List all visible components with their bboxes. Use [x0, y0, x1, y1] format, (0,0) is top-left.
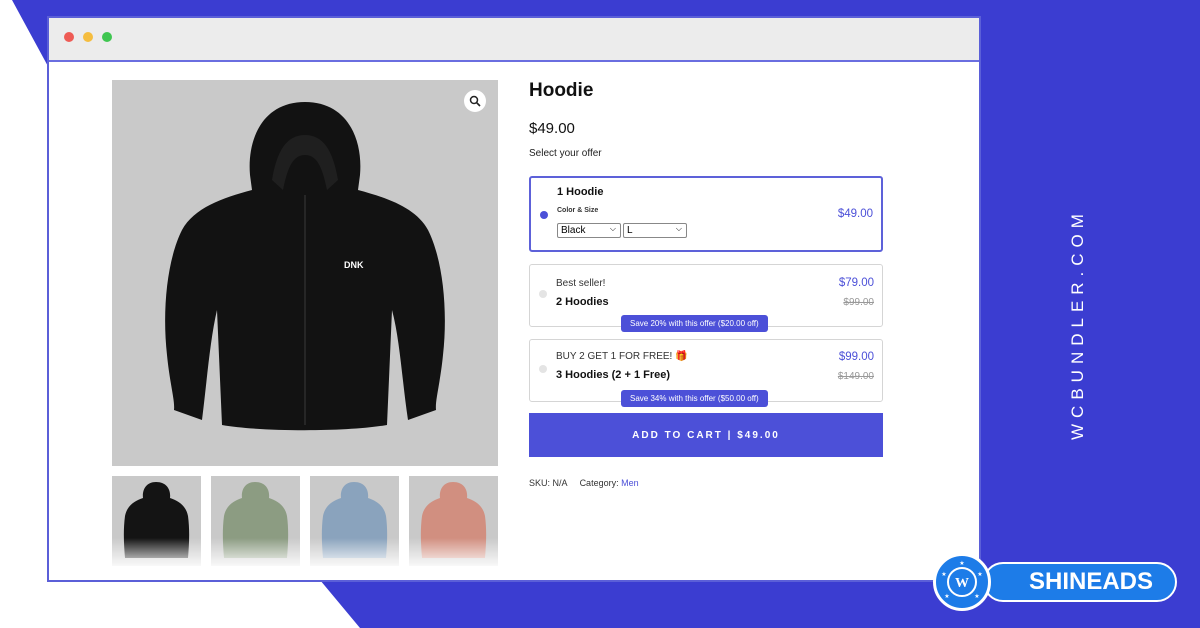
browser-titlebar [49, 18, 979, 62]
add-to-cart-button[interactable]: ADD TO CART | $49.00 [529, 413, 883, 457]
svg-text:★: ★ [944, 593, 949, 600]
logo-emblem: W ★ ★ ★ ★ ★ [933, 553, 991, 611]
hoodie-image: DNK [165, 102, 445, 431]
offer-2-subtitle: Best seller! [556, 278, 606, 289]
offer-2-title: 2 Hoodies [556, 296, 609, 308]
offer-1[interactable]: 1 Hoodie Color & Size Black ⌵ L ⌵ $49.00 [529, 176, 883, 252]
svg-text:★: ★ [959, 560, 964, 567]
product-meta: SKU: N/A Category: Men [529, 478, 639, 488]
minimize-dot[interactable] [83, 32, 93, 42]
chevron-down-icon: ⌵ [609, 224, 616, 233]
offer-3-subtitle: BUY 2 GET 1 FOR FREE! 🎁 [556, 351, 688, 362]
offer-1-title: 1 Hoodie [557, 186, 604, 198]
color-select-value: Black [561, 225, 586, 236]
offer-2-save-badge: Save 20% with this offer ($20.00 off) [621, 315, 768, 332]
offer-1-radio[interactable] [540, 211, 548, 219]
offer-2-radio[interactable] [539, 290, 547, 298]
svg-text:★: ★ [941, 571, 946, 578]
offer-3-old-price: $149.00 [837, 371, 874, 382]
color-select[interactable]: Black ⌵ [557, 223, 621, 238]
sku-label: SKU: [529, 478, 551, 488]
vertical-brand-text: WCBUNDLER.COM [1068, 208, 1087, 440]
zoom-icon [469, 95, 481, 107]
product-price: $49.00 [529, 120, 575, 137]
offer-3-save-badge: Save 34% with this offer ($50.00 off) [621, 390, 768, 407]
offer-1-variant-label: Color & Size [557, 207, 599, 214]
main-product-image[interactable]: DNK [112, 80, 498, 466]
product-title: Hoodie [529, 80, 594, 101]
hoodie-logo-text: DNK [344, 260, 364, 270]
logo-text: SHINEADS [1028, 568, 1154, 595]
wordpress-icon: W ★ ★ ★ ★ ★ [941, 560, 982, 600]
maximize-dot[interactable] [102, 32, 112, 42]
select-offer-label: Select your offer [529, 148, 602, 159]
svg-text:★: ★ [974, 593, 979, 600]
svg-text:★: ★ [977, 571, 982, 578]
offer-2-price: $79.00 [838, 277, 874, 289]
category-label: Category: [579, 478, 619, 488]
browser-window: DNK Hoodie $49.00 Select your offer 1 Ho… [47, 16, 981, 582]
close-dot[interactable] [64, 32, 74, 42]
zoom-button[interactable] [464, 90, 486, 112]
category-link[interactable]: Men [621, 478, 639, 488]
chevron-down-icon: ⌵ [675, 224, 682, 233]
size-select-value: L [627, 225, 633, 236]
svg-text:W: W [955, 576, 969, 591]
offer-2-old-price: $99.00 [843, 297, 874, 308]
offer-3-price: $99.00 [838, 351, 874, 363]
bottom-fade [89, 538, 969, 568]
logo-pill: SHINEADS [983, 562, 1177, 602]
offer-1-price: $49.00 [837, 208, 873, 220]
size-select[interactable]: L ⌵ [623, 223, 687, 238]
sku-value: N/A [552, 478, 568, 488]
offer-3-title: 3 Hoodies (2 + 1 Free) [556, 369, 671, 381]
shineads-logo: SHINEADS W ★ ★ ★ ★ ★ [933, 553, 1180, 613]
offer-3-radio[interactable] [539, 365, 547, 373]
